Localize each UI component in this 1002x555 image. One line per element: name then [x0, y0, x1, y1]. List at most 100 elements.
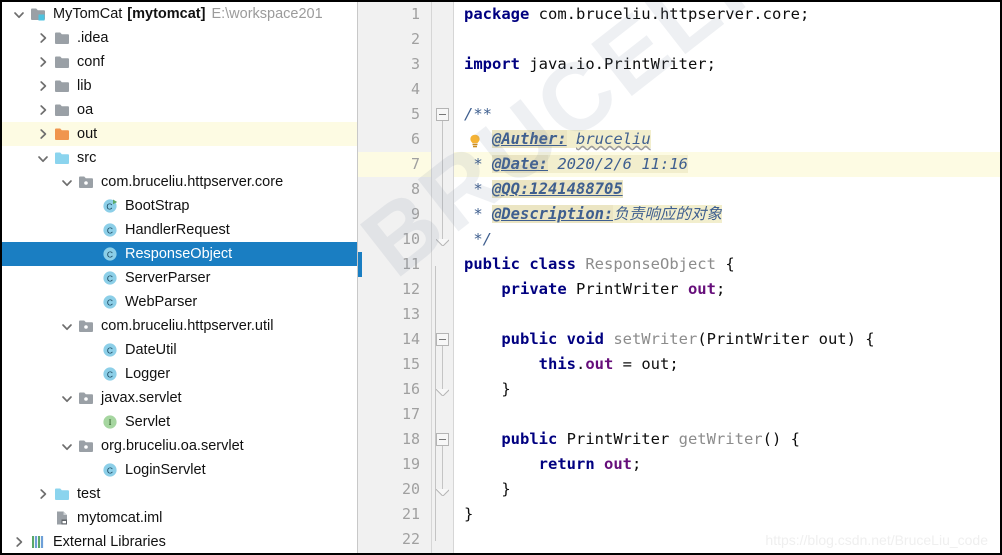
tree-item-package-oa-servlet[interactable]: org.bruceliu.oa.servlet	[2, 434, 357, 458]
tree-item-label: .idea	[77, 30, 109, 46]
code-token: .	[575, 355, 586, 373]
lightbulb-icon[interactable]	[468, 132, 482, 148]
chevron-right-icon[interactable]	[34, 103, 52, 117]
line-number: 18	[401, 430, 420, 448]
tree-item-handlerrequest[interactable]: C HandlerRequest	[2, 218, 357, 242]
tree-item-idea[interactable]: .idea	[2, 26, 357, 50]
tree-item-responseobject[interactable]: C ResponseObject	[2, 242, 357, 266]
code-line[interactable]: * @Description:负责响应的对象	[454, 202, 1000, 227]
code-line[interactable]: * @Date: 2020/2/6 11:16	[454, 152, 1000, 177]
tree-item-out[interactable]: out	[2, 122, 357, 146]
tree-item-label: out	[77, 126, 98, 142]
tree-item-label: com.bruceliu.httpserver.util	[101, 318, 274, 334]
code-line[interactable]: }	[454, 502, 1000, 527]
line-number: 15	[401, 355, 420, 373]
code-line[interactable]: }	[454, 377, 1000, 402]
tree-item-logger[interactable]: C Logger	[2, 362, 357, 386]
line-number: 1	[410, 5, 420, 23]
fold-collapse-icon[interactable]	[436, 433, 449, 446]
chevron-right-icon[interactable]	[34, 31, 52, 45]
code-line[interactable]: */	[454, 227, 1000, 252]
tree-item-bootstrap[interactable]: C BootStrap	[2, 194, 357, 218]
code-token: return	[538, 455, 604, 473]
code-folding-strip[interactable]	[432, 2, 454, 553]
code-line[interactable]: return out;	[454, 452, 1000, 477]
tree-item-conf[interactable]: conf	[2, 50, 357, 74]
code-line[interactable]: private PrintWriter out;	[454, 277, 1000, 302]
chevron-right-icon[interactable]	[10, 535, 28, 549]
code-line[interactable]: public PrintWriter getWriter() {	[454, 427, 1000, 452]
tree-item-mytomcat-iml[interactable]: mytomcat.iml	[2, 506, 357, 530]
chevron-right-icon[interactable]	[34, 127, 52, 141]
fold-collapse-icon[interactable]	[436, 108, 449, 121]
tree-item-label: conf	[77, 54, 105, 70]
code-token: setWriter	[613, 330, 698, 348]
project-module-icon	[28, 5, 48, 23]
code-line[interactable]: }	[454, 477, 1000, 502]
tree-item-label: src	[77, 150, 97, 166]
fold-end-icon[interactable]	[436, 239, 449, 246]
tree-item-path: E:\workspace201	[211, 6, 323, 22]
line-number: 17	[401, 405, 420, 423]
line-number: 10	[401, 230, 420, 248]
external-libraries-icon	[28, 533, 48, 551]
folder-gray-icon	[52, 29, 72, 47]
code-line[interactable]	[454, 402, 1000, 427]
fold-collapse-icon[interactable]	[436, 333, 449, 346]
line-number-gutter: 1 2 3 4 5 6 7 8 9 10 11 12 13 14 15 16 17 18 19 20 21 22	[358, 2, 432, 553]
tree-item-label: mytomcat.iml	[77, 510, 163, 526]
code-line[interactable]: import java.io.PrintWriter;	[454, 52, 1000, 77]
code-line[interactable]	[454, 27, 1000, 52]
folder-gray-icon	[52, 101, 72, 119]
chevron-down-icon[interactable]	[58, 439, 76, 453]
tree-item-mytomcat[interactable]: MyTomCat [mytomcat] E:\workspace201	[2, 2, 357, 26]
line-number: 3	[410, 55, 420, 73]
chevron-right-icon[interactable]	[34, 487, 52, 501]
code-line[interactable]: public class ResponseObject {	[454, 252, 1000, 277]
code-line[interactable]: @Auther: bruceliu	[454, 127, 1000, 152]
iml-file-icon	[52, 509, 72, 527]
code-token: public void	[501, 330, 614, 348]
project-tree-panel[interactable]: MyTomCat [mytomcat] E:\workspace201 .idea co…	[2, 2, 358, 553]
code-token: }	[464, 380, 511, 398]
tree-item-loginservlet[interactable]: C LoginServlet	[2, 458, 357, 482]
chevron-down-icon[interactable]	[58, 175, 76, 189]
tree-item-label: DateUtil	[125, 342, 177, 358]
tree-item-serverparser[interactable]: C ServerParser	[2, 266, 357, 290]
code-line[interactable]: package com.bruceliu.httpserver.core;	[454, 2, 1000, 27]
tree-item-test[interactable]: test	[2, 482, 357, 506]
chevron-right-icon[interactable]	[34, 79, 52, 93]
chevron-down-icon[interactable]	[10, 7, 28, 21]
svg-text:C: C	[107, 225, 113, 235]
code-editor[interactable]: 1 2 3 4 5 6 7 8 9 10 11 12 13 14 15 16 17 18 19 20 21 22 pack…	[358, 2, 1000, 553]
chevron-down-icon[interactable]	[58, 391, 76, 405]
tree-item-dateutil[interactable]: C DateUtil	[2, 338, 357, 362]
chevron-right-icon[interactable]	[34, 55, 52, 69]
code-line[interactable]	[454, 77, 1000, 102]
code-line[interactable]: this.out = out;	[454, 352, 1000, 377]
tree-item-external-libraries[interactable]: External Libraries	[2, 530, 357, 553]
code-text-area[interactable]: package com.bruceliu.httpserver.core; im…	[454, 2, 1000, 553]
code-line[interactable]: * @QQ:1241488705	[454, 177, 1000, 202]
fold-end-icon[interactable]	[436, 489, 449, 496]
tree-item-label: com.bruceliu.httpserver.core	[101, 174, 284, 190]
chevron-down-icon[interactable]	[34, 151, 52, 165]
tree-item-oa[interactable]: oa	[2, 98, 357, 122]
code-line[interactable]: public void setWriter(PrintWriter out) {	[454, 327, 1000, 352]
code-line[interactable]	[454, 302, 1000, 327]
fold-end-icon[interactable]	[436, 389, 449, 396]
tree-item-src[interactable]: src	[2, 146, 357, 170]
tree-item-package-core[interactable]: com.bruceliu.httpserver.core	[2, 170, 357, 194]
tree-item-package-util[interactable]: com.bruceliu.httpserver.util	[2, 314, 357, 338]
line-number: 12	[401, 280, 420, 298]
line-number: 19	[401, 455, 420, 473]
chevron-down-icon[interactable]	[58, 319, 76, 333]
code-token: 负责响应的对象	[613, 205, 722, 223]
tree-item-servlet[interactable]: I Servlet	[2, 410, 357, 434]
code-line[interactable]: /**	[454, 102, 1000, 127]
tree-item-package-javax-servlet[interactable]: javax.servlet	[2, 386, 357, 410]
tree-item-lib[interactable]: lib	[2, 74, 357, 98]
package-icon	[76, 437, 96, 455]
tree-item-webparser[interactable]: C WebParser	[2, 290, 357, 314]
tree-item-label: lib	[77, 78, 92, 94]
